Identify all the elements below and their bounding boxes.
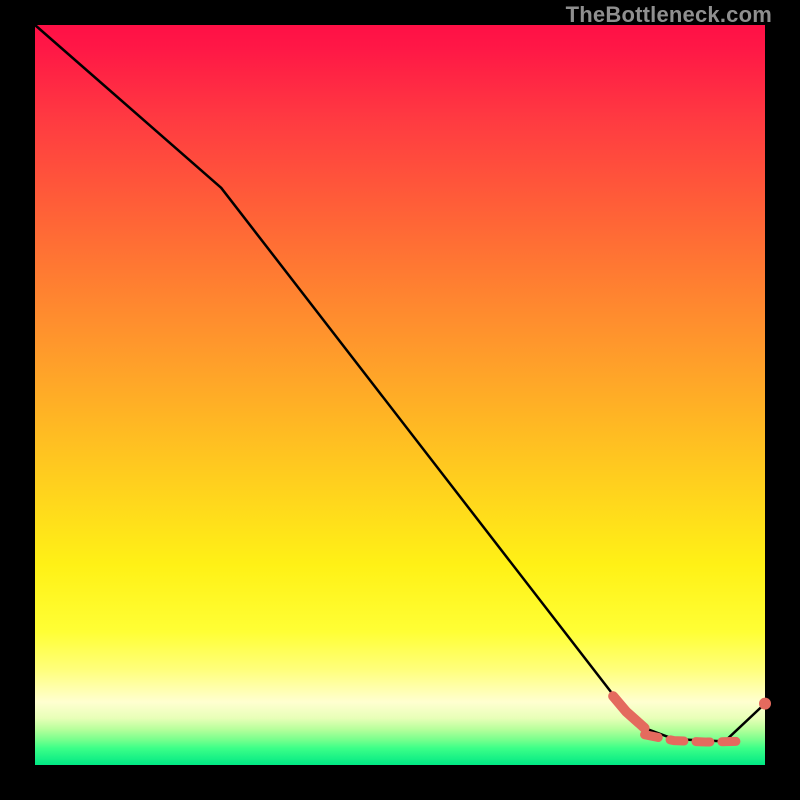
point-end-point xyxy=(759,698,771,710)
series-thin-black-curve xyxy=(35,25,765,741)
chart-stage: TheBottleneck.com xyxy=(0,0,800,800)
plot-area xyxy=(35,25,765,765)
series-salmon-highlight xyxy=(613,696,644,728)
chart-lines-layer xyxy=(35,25,765,765)
series-salmon-dashes xyxy=(645,735,740,742)
